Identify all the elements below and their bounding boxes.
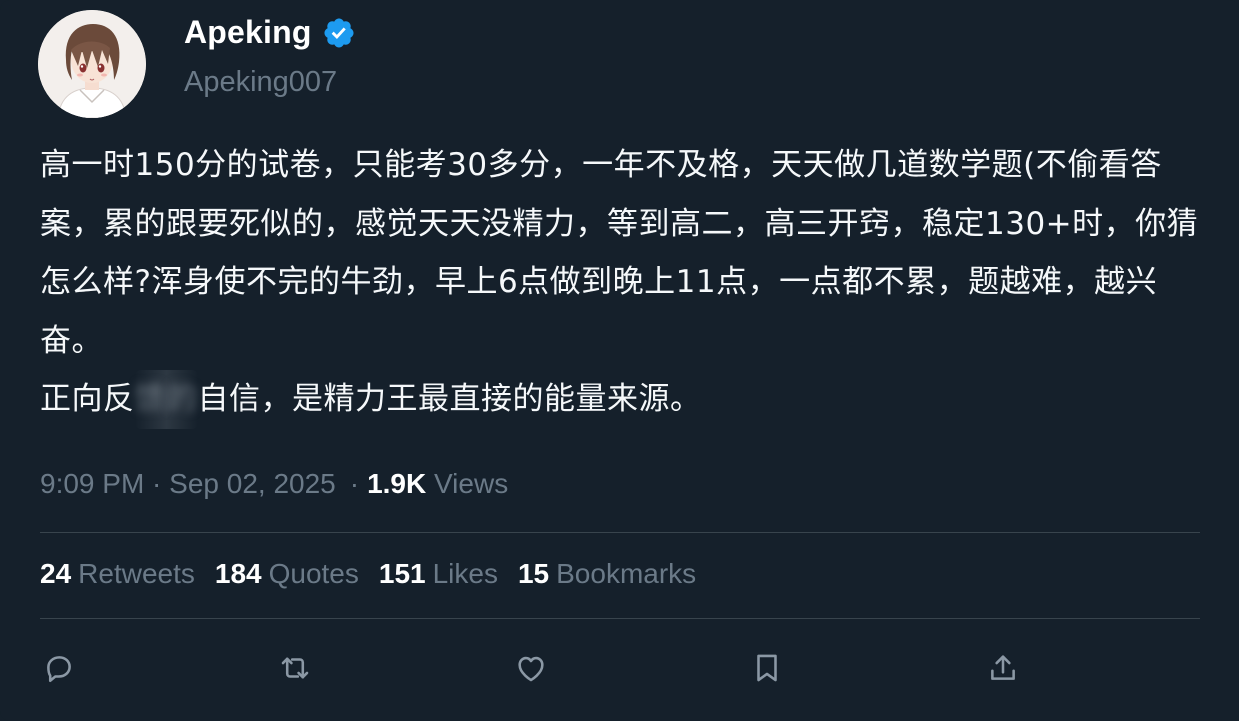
bookmark-icon xyxy=(757,654,777,682)
bookmarks-label: Bookmarks xyxy=(556,558,697,589)
quotes-count: 184 xyxy=(214,558,262,589)
likes-count: 151 xyxy=(378,558,426,589)
bookmark-button[interactable] xyxy=(745,646,789,690)
retweet-button[interactable] xyxy=(273,646,317,690)
retweet-icon xyxy=(281,657,309,679)
share-icon xyxy=(991,655,1015,680)
blurred-text: 馈的 xyxy=(134,370,198,429)
heart-icon xyxy=(518,656,544,682)
retweets-stat[interactable]: 24 Retweets xyxy=(40,558,195,590)
anime-avatar-icon xyxy=(38,10,146,118)
tweet-timestamp[interactable]: 9:09 PM · Sep 02, 2025 xyxy=(40,468,336,499)
author-display-name[interactable]: Apeking xyxy=(184,14,312,51)
tweet-meta: 9:09 PM · Sep 02, 2025 · 1.9K Views xyxy=(40,468,508,500)
verified-badge-icon xyxy=(322,16,356,50)
quotes-stat[interactable]: 184 Quotes xyxy=(215,558,359,590)
views-count: 1.9K xyxy=(367,468,427,499)
likes-stat[interactable]: 151 Likes xyxy=(379,558,498,590)
quotes-label: Quotes xyxy=(268,558,359,589)
reply-button[interactable] xyxy=(37,646,81,690)
reply-icon xyxy=(47,656,71,683)
likes-label: Likes xyxy=(432,558,498,589)
action-bar xyxy=(0,646,1239,690)
tweet-stats: 24 Retweets 184 Quotes 151 Likes 15 Bookmark… xyxy=(40,558,696,590)
retweets-label: Retweets xyxy=(78,558,195,589)
tweet-card: Apeking Apeking007 高一时150分的试卷，只能考30多分，一年… xyxy=(0,0,1239,721)
bookmarks-count: 15 xyxy=(517,558,550,589)
tweet-paragraph-1: 高一时150分的试卷，只能考30多分，一年不及格，天天做几道数学题(不偷看答案，… xyxy=(40,147,1199,359)
divider xyxy=(40,618,1200,619)
like-button[interactable] xyxy=(509,646,553,690)
views-label: Views xyxy=(434,468,509,499)
meta-separator: · xyxy=(349,468,360,499)
avatar[interactable] xyxy=(38,10,146,118)
tweet-paragraph-2-end: 自信，是精力王最直接的能量来源。 xyxy=(197,381,702,417)
share-button[interactable] xyxy=(981,646,1025,690)
author-handle[interactable]: Apeking007 xyxy=(184,66,337,99)
bookmarks-stat[interactable]: 15 Bookmarks xyxy=(518,558,696,590)
divider xyxy=(40,532,1200,533)
tweet-paragraph-2: 正向反馈的自信，是精力王最直接的能量来源。 xyxy=(40,370,1205,429)
tweet-text: 高一时150分的试卷，只能考30多分，一年不及格，天天做几道数学题(不偷看答案，… xyxy=(40,136,1205,429)
retweets-count: 24 xyxy=(40,558,72,589)
author-name-row: Apeking xyxy=(184,14,356,51)
tweet-paragraph-2-start: 正向反 xyxy=(40,381,135,417)
